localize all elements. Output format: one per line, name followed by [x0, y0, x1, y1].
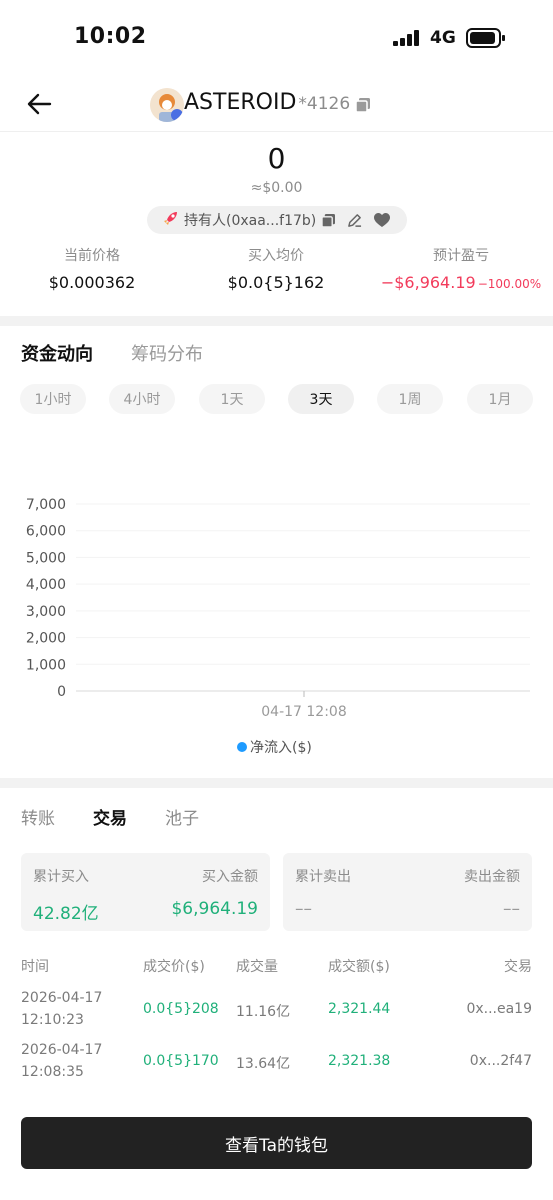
stat-value: $0.000362: [48, 273, 136, 292]
pnl-percent: −100.00%: [477, 277, 542, 291]
battery-icon: [466, 28, 506, 52]
total-bought-label: 累计买入: [33, 869, 89, 885]
header-tx: 交易: [504, 959, 532, 975]
header: ASTEROID *4126: [0, 80, 553, 130]
y-tick-label: 3,000: [26, 604, 66, 620]
tab-pools[interactable]: 池子: [165, 804, 199, 829]
token-avatar: [150, 88, 184, 122]
position-stats: 当前价格 $0.000362 买入均价 $0.0{5}162 预计盈亏 −$6,…: [0, 245, 553, 305]
total-bought-value: 42.82亿: [33, 904, 99, 924]
section-divider: [0, 778, 553, 788]
stat-label: 买入均价: [248, 248, 304, 264]
header-amount: 成交额($): [328, 959, 390, 975]
stat-value: −$6,964.19 −100.00%: [380, 273, 542, 292]
stat-label: 预计盈亏: [433, 248, 489, 264]
sell-amount-label: 卖出金额: [464, 869, 520, 885]
y-tick-label: 2,000: [26, 631, 66, 647]
stat-current-price: 当前价格 $0.000362: [40, 245, 144, 292]
row-time: 12:10:23: [21, 1012, 84, 1028]
token-title: ASTEROID *4126: [184, 90, 350, 115]
edit-icon[interactable]: [347, 213, 362, 228]
net-inflow-chart: 7,000 6,000 5,000 4,000 3,000 2,000 1,000 0 04-1…: [0, 490, 553, 760]
row-tx-hash[interactable]: 0x...2f47: [470, 1053, 532, 1069]
chart-tabs: 资金动向 筹码分布: [21, 340, 203, 366]
back-arrow-icon[interactable]: [26, 90, 54, 118]
y-tick-label: 7,000: [26, 497, 66, 513]
stat-estimated-pnl: 预计盈亏 −$6,964.19 −100.00%: [380, 245, 542, 292]
time-range-selector: 1小时 4小时 1天 3天 1周 1月: [0, 384, 553, 414]
token-name: ASTEROID: [184, 90, 297, 115]
copy-icon[interactable]: [322, 213, 336, 227]
x-tick-label: 04-17 12:08: [261, 704, 346, 720]
stat-value: $0.0{5}162: [227, 273, 325, 292]
holding-usd: ≈$0.00: [250, 180, 303, 196]
rocket-icon: [163, 210, 179, 230]
row-amount: 2,321.38: [328, 1053, 391, 1069]
trade-tabs: 转账 交易 池子: [21, 804, 199, 829]
legend-marker: [237, 742, 247, 752]
tab-chip-distribution[interactable]: 筹码分布: [131, 340, 203, 366]
status-time: 10:02: [74, 24, 147, 49]
range-1m[interactable]: 1月: [467, 384, 533, 414]
buy-amount-label: 买入金额: [202, 869, 258, 885]
row-time: 12:08:35: [21, 1064, 84, 1080]
row-amount: 2,321.44: [328, 1001, 391, 1017]
holding-amount: 0: [267, 142, 286, 175]
header-time: 时间: [21, 959, 49, 975]
buy-summary-card: 累计买入 买入金额 42.82亿 $6,964.19: [21, 853, 270, 931]
range-1h[interactable]: 1小时: [20, 384, 86, 414]
table-row[interactable]: 2026-04-17 12:08:35 0.0{5}170 13.64亿 2,3…: [0, 1042, 553, 1086]
divider: [0, 131, 553, 132]
y-tick-label: 5,000: [26, 550, 66, 566]
table-row[interactable]: 2026-04-17 12:10:23 0.0{5}208 11.16亿 2,3…: [0, 990, 553, 1034]
y-tick-label: 4,000: [26, 577, 66, 593]
buy-amount-value: $6,964.19: [171, 899, 258, 919]
status-bar: 10:02 4G: [0, 0, 553, 75]
sell-summary-card: 累计卖出 卖出金额 –– ––: [283, 853, 532, 931]
stat-avg-buy-price: 买入均价 $0.0{5}162: [216, 245, 336, 292]
row-tx-hash[interactable]: 0x...ea19: [466, 1001, 532, 1017]
copy-icon[interactable]: [355, 97, 370, 116]
legend-label: 净流入($): [250, 740, 312, 756]
row-volume: 13.64亿: [236, 1056, 291, 1072]
header-volume: 成交量: [236, 959, 278, 975]
row-date: 2026-04-17: [21, 990, 103, 1006]
y-tick-label: 6,000: [26, 524, 66, 540]
heart-icon[interactable]: [374, 212, 391, 228]
stat-label: 当前价格: [64, 248, 120, 264]
range-4h[interactable]: 4小时: [109, 384, 175, 414]
tab-trades[interactable]: 交易: [93, 804, 127, 829]
header-price: 成交价($): [143, 959, 205, 975]
tab-capital-flow[interactable]: 资金动向: [21, 340, 93, 366]
row-date: 2026-04-17: [21, 1042, 103, 1058]
pnl-value: −$6,964.19: [380, 273, 476, 292]
token-address-suffix: *4126: [298, 94, 351, 114]
row-price: 0.0{5}170: [143, 1053, 219, 1069]
network-type: 4G: [430, 28, 456, 48]
view-wallet-button[interactable]: 查看Ta的钱包: [21, 1117, 532, 1169]
total-sold-label: 累计卖出: [295, 869, 351, 885]
tab-transfers[interactable]: 转账: [21, 804, 55, 829]
range-1d[interactable]: 1天: [199, 384, 265, 414]
range-1w[interactable]: 1周: [377, 384, 443, 414]
range-3d[interactable]: 3天: [288, 384, 354, 414]
chart-svg: 7,000 6,000 5,000 4,000 3,000 2,000 1,000 0 04-1…: [26, 497, 530, 756]
row-price: 0.0{5}208: [143, 1001, 219, 1017]
section-divider: [0, 316, 553, 326]
total-sold-value: ––: [295, 899, 312, 919]
row-volume: 11.16亿: [236, 1004, 291, 1020]
signal-icon: [393, 30, 421, 50]
y-tick-label: 0: [57, 684, 66, 700]
holder-pill[interactable]: 持有人(0xaa...f17b): [147, 206, 407, 234]
trades-table-header: 时间 成交价($) 成交量 成交额($) 交易: [0, 956, 553, 976]
sell-amount-value: ––: [503, 899, 520, 919]
y-tick-label: 1,000: [26, 657, 66, 673]
holder-address: 持有人(0xaa...f17b): [184, 213, 317, 229]
